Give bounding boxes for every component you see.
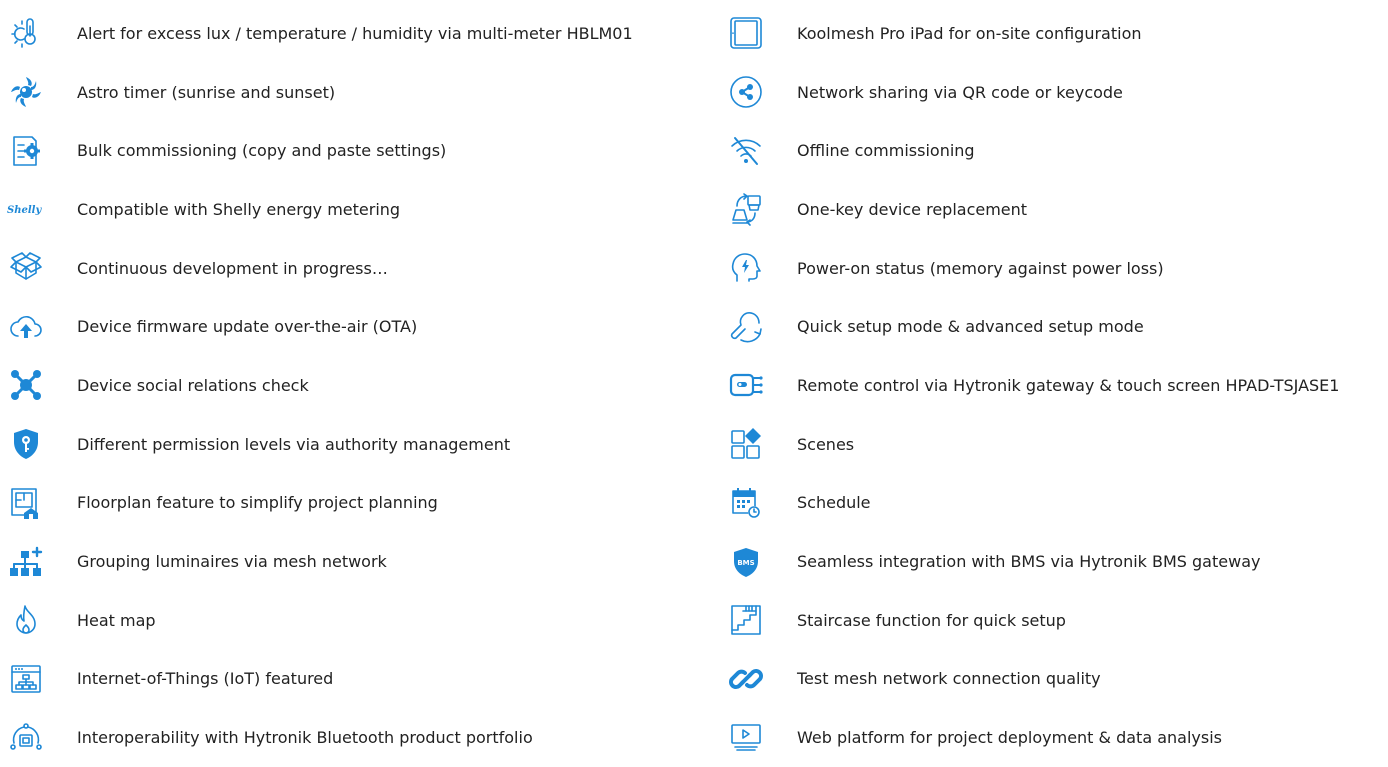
shelly-logo-icon: Shelly	[7, 191, 44, 227]
list-item: Heat map	[8, 591, 708, 650]
feature-label: Continuous development in progress…	[77, 258, 388, 278]
remote-control-icon	[728, 367, 764, 403]
feature-label: Remote control via Hytronik gateway & to…	[797, 375, 1340, 395]
wifi-off-icon	[728, 133, 764, 169]
bms-shield-icon: BMS	[728, 544, 764, 580]
feature-label: Quick setup mode & advanced setup mode	[797, 317, 1144, 337]
list-item: Staircase function for quick setup	[728, 591, 1388, 650]
feature-label: Network sharing via QR code or keycode	[797, 82, 1123, 102]
feature-label: Heat map	[77, 610, 156, 630]
feature-label: Staircase function for quick setup	[797, 610, 1066, 630]
iot-browser-icon	[8, 661, 44, 697]
astro-timer-icon	[8, 74, 44, 110]
tablet-icon	[728, 15, 764, 51]
list-item: Alert for excess lux / temperature / hum…	[8, 4, 708, 63]
setup-mode-icon	[728, 309, 764, 345]
feature-label: Grouping luminaires via mesh network	[77, 552, 387, 572]
list-item: Bulk commissioning (copy and paste setti…	[8, 121, 708, 180]
feature-label: Astro timer (sunrise and sunset)	[77, 82, 336, 102]
list-item: Floorplan feature to simplify project pl…	[8, 474, 708, 533]
list-item: Different permission levels via authorit…	[8, 415, 708, 474]
bms-logo-text: BMS	[737, 559, 754, 567]
feature-list-page: Alert for excess lux / temperature / hum…	[0, 0, 1388, 751]
shelly-logo-text: Shelly	[7, 205, 42, 216]
cloud-upload-icon	[8, 309, 44, 345]
floorplan-icon	[8, 485, 44, 521]
interoperability-icon	[8, 720, 44, 756]
feature-label: Alert for excess lux / temperature / hum…	[77, 23, 633, 43]
list-item: One-key device replacement	[728, 180, 1388, 239]
list-item: Koolmesh Pro iPad for on-site configurat…	[728, 4, 1388, 63]
list-item: Scenes	[728, 415, 1388, 474]
list-item: BMS Seamless integration with BMS via Hy…	[728, 532, 1388, 591]
staircase-icon	[728, 602, 764, 638]
feature-label: Seamless integration with BMS via Hytron…	[797, 552, 1261, 572]
list-item: Astro timer (sunrise and sunset)	[8, 63, 708, 122]
feature-label: One-key device replacement	[797, 199, 1028, 219]
list-item: Device firmware update over-the-air (OTA…	[8, 297, 708, 356]
monitor-play-icon	[728, 720, 764, 756]
list-item: Interoperability with Hytronik Bluetooth…	[8, 708, 708, 767]
feature-label: Device firmware update over-the-air (OTA…	[77, 317, 418, 337]
feature-label: Offline commissioning	[797, 141, 975, 161]
feature-label: Scenes	[797, 434, 855, 454]
feature-label: Test mesh network connection quality	[797, 669, 1101, 689]
list-item: Device social relations check	[8, 356, 708, 415]
device-replace-icon	[728, 191, 764, 227]
list-item: Web platform for project deployment & da…	[728, 708, 1388, 767]
scenes-icon	[728, 426, 764, 462]
list-item: Remote control via Hytronik gateway & to…	[728, 356, 1388, 415]
feature-label: Bulk commissioning (copy and paste setti…	[77, 141, 447, 161]
list-item: Continuous development in progress…	[8, 239, 708, 298]
feature-label: Interoperability with Hytronik Bluetooth…	[77, 728, 533, 748]
feature-label: Compatible with Shelly energy metering	[77, 199, 401, 219]
list-item: Network sharing via QR code or keycode	[728, 63, 1388, 122]
thermometer-sun-icon	[8, 15, 44, 51]
feature-label: Power-on status (memory against power lo…	[797, 258, 1164, 278]
feature-label: Koolmesh Pro iPad for on-site configurat…	[797, 23, 1142, 43]
feature-label: Web platform for project deployment & da…	[797, 728, 1222, 748]
share-icon	[728, 74, 764, 110]
feature-column-left: Alert for excess lux / temperature / hum…	[7, 4, 708, 767]
list-item: Power-on status (memory against power lo…	[728, 239, 1388, 298]
list-item: Internet-of-Things (IoT) featured	[8, 650, 708, 709]
open-box-icon	[8, 250, 44, 286]
list-item: Test mesh network connection quality	[728, 650, 1388, 709]
list-item: Offline commissioning	[728, 121, 1388, 180]
list-item: Quick setup mode & advanced setup mode	[728, 297, 1388, 356]
calendar-icon	[728, 485, 764, 521]
feature-label: Schedule	[797, 493, 871, 513]
list-item: Grouping luminaires via mesh network	[8, 532, 708, 591]
shield-key-icon	[8, 426, 44, 462]
feature-label: Internet-of-Things (IoT) featured	[77, 669, 334, 689]
list-item: Shelly Compatible with Shelly energy met…	[7, 180, 708, 239]
bulk-settings-icon	[8, 133, 44, 169]
feature-column-right: Koolmesh Pro iPad for on-site configurat…	[728, 4, 1388, 767]
list-item: Schedule	[728, 474, 1388, 533]
feature-label: Device social relations check	[77, 375, 309, 395]
feature-label: Different permission levels via authorit…	[77, 434, 511, 454]
social-network-icon	[8, 367, 44, 403]
group-network-icon	[8, 544, 44, 580]
flame-icon	[8, 602, 44, 638]
feature-label: Floorplan feature to simplify project pl…	[77, 493, 438, 513]
link-icon	[728, 661, 764, 697]
power-memory-icon	[728, 250, 764, 286]
